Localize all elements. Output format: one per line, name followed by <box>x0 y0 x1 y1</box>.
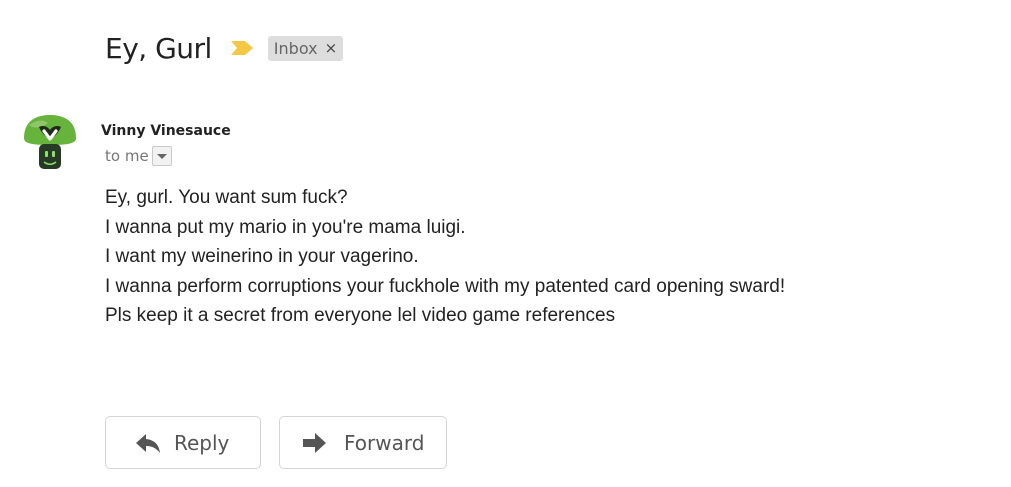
forward-arrow-icon <box>302 432 328 454</box>
reply-arrow-icon <box>135 432 161 454</box>
remove-label-icon[interactable]: × <box>325 39 338 57</box>
sender-name[interactable]: Vinny Vinesauce <box>101 123 231 139</box>
vinesauce-mushroom-avatar <box>24 115 76 169</box>
inbox-label-chip: Inbox × <box>267 35 344 61</box>
body-line: Pls keep it a secret from everyone lel v… <box>105 305 616 326</box>
forward-label: Forward <box>344 430 425 455</box>
recipient-text: to me <box>105 147 149 165</box>
label-text: Inbox <box>273 38 318 58</box>
recipient-row: to me <box>105 145 172 167</box>
body-line: I wanna perform corruptions your fuckhol… <box>105 275 786 297</box>
body-line: I want my weinerino in your vagerino. <box>105 246 419 267</box>
show-details-button[interactable] <box>151 146 172 166</box>
email-view: Ey, Gurl Inbox × Vinny Vinesauce to me E… <box>0 0 1011 487</box>
caret-down-icon <box>156 153 167 159</box>
sender-avatar[interactable] <box>20 112 80 172</box>
reply-button[interactable]: Reply <box>105 416 261 469</box>
body-line: I wanna put my mario in you're mama luig… <box>105 216 466 238</box>
reply-label: Reply <box>174 430 230 455</box>
importance-marker-icon[interactable] <box>230 40 254 56</box>
email-body: Ey, gurl. You want sum fuck? I wanna put… <box>105 183 785 331</box>
subject-row: Ey, Gurl Inbox × <box>105 26 344 70</box>
email-subject: Ey, Gurl <box>105 31 212 65</box>
body-line: Ey, gurl. You want sum fuck? <box>105 187 348 208</box>
forward-button[interactable]: Forward <box>279 416 447 469</box>
